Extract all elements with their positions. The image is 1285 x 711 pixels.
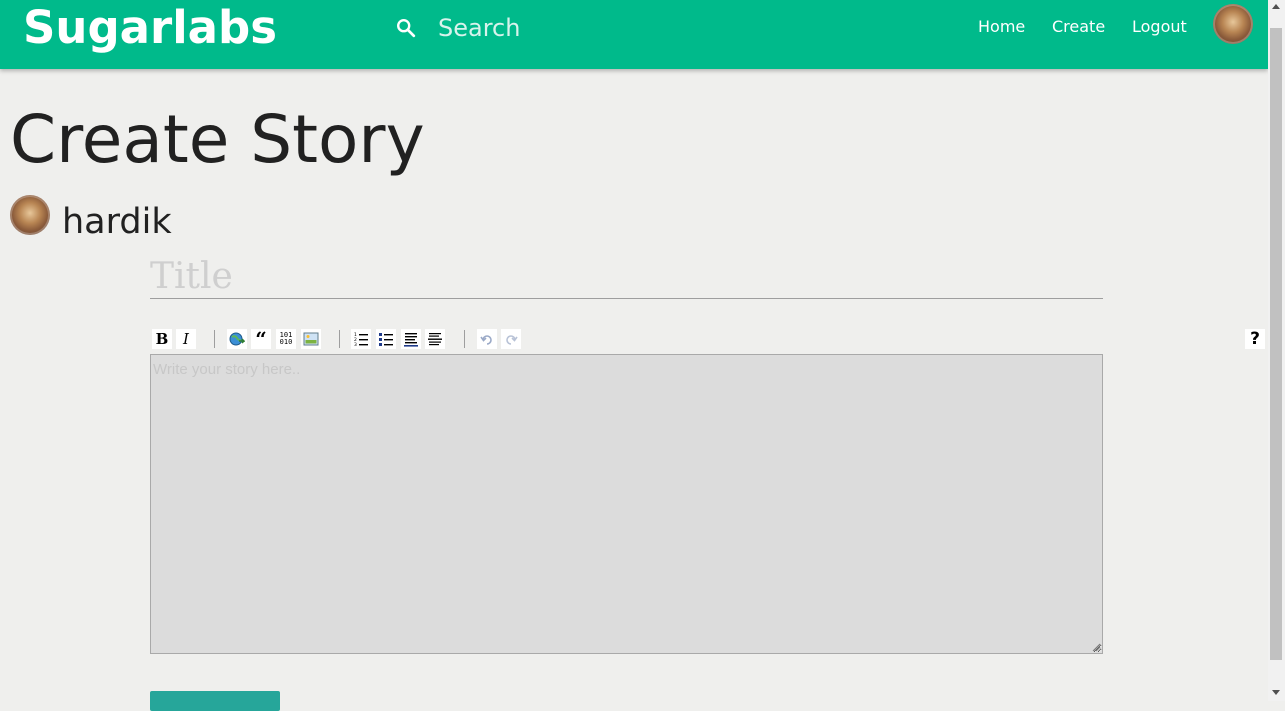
bold-icon[interactable]: B [152,329,172,349]
story-body-textarea[interactable] [150,354,1103,654]
code-icon[interactable]: 101 010 [276,329,296,349]
horizontal-rule-icon[interactable] [425,329,445,349]
ordered-list-icon[interactable]: 1 2 3 [351,329,371,349]
scroll-down-icon[interactable] [1272,690,1280,695]
italic-icon[interactable]: I [176,329,196,349]
redo-icon[interactable] [501,329,521,349]
scroll-up-icon[interactable] [1272,4,1280,9]
link-icon[interactable] [227,329,247,349]
italic-label: I [183,330,189,348]
image-icon[interactable] [301,329,321,349]
help-icon[interactable]: ? [1245,329,1265,349]
submit-button[interactable] [150,691,280,711]
unordered-list-icon[interactable] [376,329,396,349]
help-label: ? [1250,329,1260,349]
bold-label: B [155,330,169,348]
quote-label: “ [255,327,267,351]
heading-icon[interactable] [401,329,421,349]
user-avatar[interactable] [1213,4,1253,44]
vertical-scrollbar[interactable] [1268,0,1285,701]
nav-home-link[interactable]: Home [978,17,1025,36]
search-input[interactable] [438,11,738,45]
nav-create-link[interactable]: Create [1052,17,1105,36]
author-name: hardik [62,202,172,242]
resize-grip-icon[interactable] [1092,643,1101,652]
search-icon[interactable] [395,17,417,39]
top-navbar: Sugarlabs Home Create Logout [0,0,1268,69]
quote-icon[interactable]: “ [251,329,271,349]
undo-icon[interactable] [477,329,497,349]
author-avatar [10,195,50,235]
toolbar-separator [214,330,215,348]
scrollbar-thumb[interactable] [1270,28,1282,660]
editor-toolbar: B I “ 101 010 1 2 3 ? [150,328,1267,350]
nav-logout-link[interactable]: Logout [1132,17,1187,36]
toolbar-separator [464,330,465,348]
brand-logo[interactable]: Sugarlabs [23,2,277,54]
svg-text:3: 3 [354,342,357,347]
toolbar-separator [339,330,340,348]
page-title: Create Story [10,101,425,178]
story-title-input[interactable] [150,254,1103,299]
code-label: 101 010 [279,331,293,346]
